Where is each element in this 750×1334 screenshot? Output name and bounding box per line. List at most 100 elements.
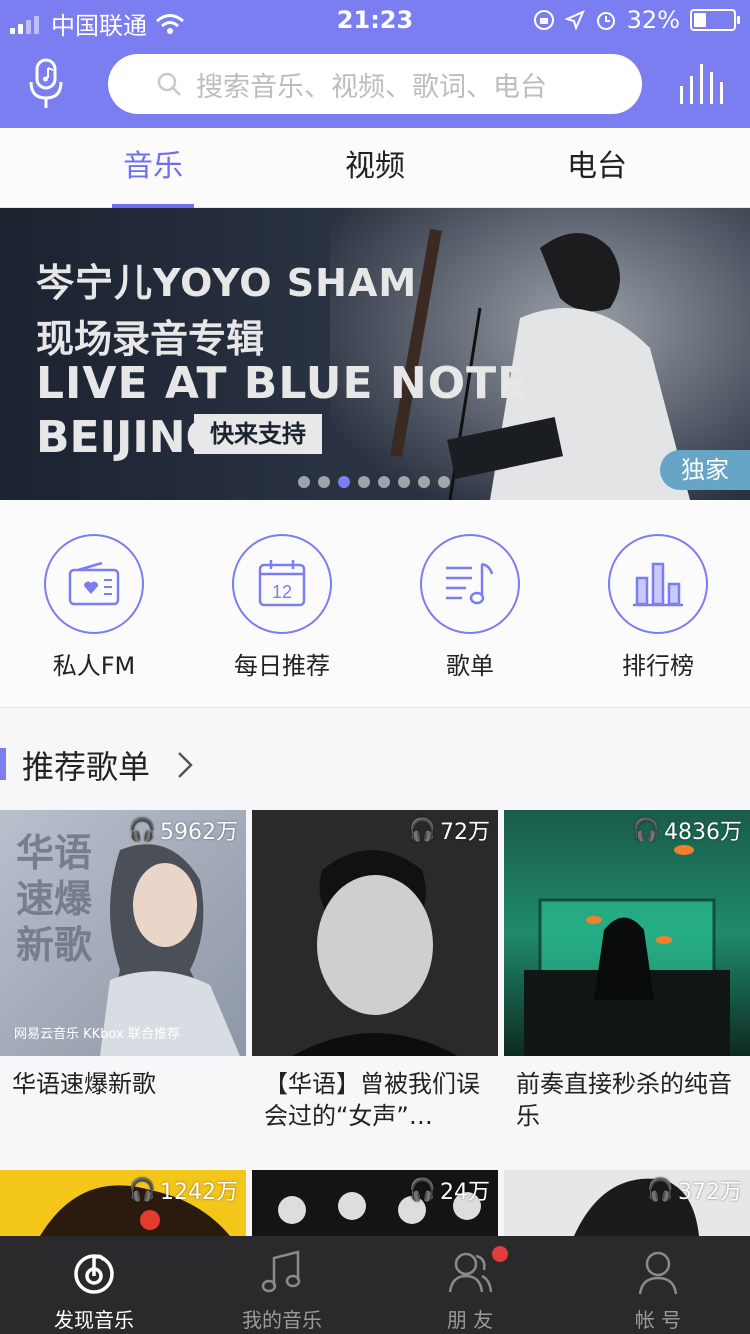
playlist-cover: 🎧 72万 <box>252 810 498 1056</box>
recommended-playlists-header[interactable]: 推荐歌单 <box>0 736 750 792</box>
nav-label: 我的音乐 <box>242 1308 322 1332</box>
headphone-icon: 🎧 <box>408 817 436 843</box>
carousel-dot[interactable] <box>318 476 330 488</box>
banner-line-2: 现场录音专辑 <box>36 317 265 361</box>
headphone-icon: 🎧 <box>408 1177 436 1203</box>
entry-charts[interactable]: 排行榜 <box>578 534 738 681</box>
play-count: 🎧 372万 <box>647 1174 742 1206</box>
playlist-cover: 🎧 24万 <box>252 1170 498 1236</box>
play-count-value: 4836万 <box>664 820 742 845</box>
playlist-icon <box>446 562 494 605</box>
mic-icon[interactable] <box>28 58 68 110</box>
playlist-cover: 华语 速爆 新歌 网易云音乐 KKbox 联合推荐 🎧 5962万 <box>0 810 246 1056</box>
play-count: 🎧 1242万 <box>129 1174 238 1206</box>
exclusive-badge: 独家 <box>660 450 750 490</box>
calendar-icon: 12 <box>258 560 306 607</box>
play-count-value: 72万 <box>440 820 490 845</box>
section-title: 推荐歌单 <box>22 748 151 786</box>
section-accent-bar <box>0 748 6 780</box>
nav-label: 帐 号 <box>634 1308 682 1332</box>
playlist-card[interactable]: 🎧 24万 <box>252 1170 498 1236</box>
play-count: 🎧 24万 <box>409 1174 490 1206</box>
search-placeholder: 搜索音乐、视频、歌词、电台 <box>196 71 547 103</box>
play-count: 🎧 72万 <box>409 814 490 846</box>
location-icon <box>564 10 585 30</box>
alarm-icon <box>596 12 615 30</box>
chevron-right-icon <box>178 752 193 778</box>
carousel-dot[interactable] <box>438 476 450 488</box>
banner-support-button[interactable]: 快来支持 <box>194 414 322 454</box>
carousel-dots <box>298 476 450 488</box>
calendar-day: 12 <box>272 582 292 602</box>
top-tabs: 音乐 视频 电台 <box>0 128 750 208</box>
playlist-card[interactable]: 华语 速爆 新歌 网易云音乐 KKbox 联合推荐 🎧 5962万 华语速爆新歌 <box>0 810 246 1100</box>
cover-art <box>524 845 730 1056</box>
bottom-nav: 发现音乐 我的音乐 朋 友 帐 号 <box>0 1236 750 1334</box>
nav-account[interactable]: 帐 号 <box>564 1236 750 1334</box>
rotation-lock-icon <box>533 10 554 30</box>
play-count-value: 372万 <box>678 1180 742 1205</box>
playlist-card[interactable]: 🎧 372万 <box>504 1170 750 1236</box>
playlist-title: 前奏直接秒杀的纯音乐 <box>516 1070 732 1130</box>
banner-line-1: 岑宁儿YOYO SHAM <box>36 261 418 305</box>
entry-playlists[interactable]: 歌单 <box>390 534 550 681</box>
playlist-title: 华语速爆新歌 <box>12 1070 156 1098</box>
tab-video[interactable]: 视频 <box>334 128 416 208</box>
playlist-card[interactable]: 🎧 1242万 <box>0 1170 246 1236</box>
account-icon <box>638 1251 678 1295</box>
friends-icon <box>448 1252 493 1293</box>
play-count-value: 1242万 <box>160 1180 238 1205</box>
nav-label: 发现音乐 <box>54 1308 134 1332</box>
carousel-dot[interactable] <box>378 476 390 488</box>
music-note-icon <box>261 1250 301 1293</box>
quick-entries: 私人FM 12 每日推荐 歌单 排行榜 <box>0 500 750 708</box>
nav-discover[interactable]: 发现音乐 <box>0 1236 188 1334</box>
chart-icon <box>633 562 683 607</box>
promo-banner[interactable]: 岑宁儿YOYO SHAM 现场录音专辑 LIVE AT BLUE NOTE BE… <box>0 208 750 500</box>
entry-personal-fm[interactable]: 私人FM <box>14 534 174 681</box>
battery-label: 32% <box>626 6 680 34</box>
carousel-dot[interactable] <box>338 476 350 488</box>
nav-label: 朋 友 <box>446 1308 494 1332</box>
nav-friends[interactable]: 朋 友 <box>376 1236 564 1334</box>
now-playing-icon[interactable] <box>678 62 724 106</box>
entry-label: 私人FM <box>52 652 136 680</box>
play-count: 🎧 5962万 <box>129 814 238 846</box>
playlist-cover: 🎧 1242万 <box>0 1170 246 1236</box>
tab-music[interactable]: 音乐 <box>112 128 194 208</box>
playlist-cover: 🎧 372万 <box>504 1170 750 1236</box>
entry-label: 排行榜 <box>622 652 694 680</box>
play-count: 🎧 4836万 <box>633 814 742 846</box>
entry-label: 歌单 <box>446 652 494 680</box>
headphone-icon: 🎧 <box>128 817 156 843</box>
search-input[interactable]: 搜索音乐、视频、歌词、电台 <box>108 54 642 114</box>
playlist-card[interactable]: 🎧 72万 【华语】曾被我们误会过的“女声”… <box>252 810 498 1132</box>
headphone-icon: 🎧 <box>632 817 660 843</box>
radio-icon <box>68 562 120 606</box>
headphone-icon: 🎧 <box>128 1177 156 1203</box>
carousel-dot[interactable] <box>398 476 410 488</box>
playlist-cover: 🎧 4836万 <box>504 810 750 1056</box>
carousel-dot[interactable] <box>418 476 430 488</box>
headphone-icon: 🎧 <box>646 1177 674 1203</box>
notification-badge <box>490 1244 510 1264</box>
discover-music-icon <box>74 1254 114 1294</box>
carousel-dot[interactable] <box>358 476 370 488</box>
cover-footer: 网易云音乐 KKbox 联合推荐 <box>14 1027 180 1042</box>
app-header: 中国联通 21:23 32% 搜索音乐、视频、歌词、电台 <box>0 0 750 128</box>
carousel-dot[interactable] <box>298 476 310 488</box>
play-count-value: 5962万 <box>160 820 238 845</box>
entry-daily-recommend[interactable]: 12 每日推荐 <box>202 534 362 681</box>
tab-radio[interactable]: 电台 <box>556 128 638 208</box>
cover-art <box>252 810 498 1056</box>
battery-icon <box>690 9 740 31</box>
search-icon <box>157 72 181 96</box>
playlist-card[interactable]: 🎧 4836万 前奏直接秒杀的纯音乐 <box>504 810 750 1132</box>
banner-line-3: LIVE AT BLUE NOTE <box>36 358 529 409</box>
status-bar: 中国联通 21:23 32% <box>0 0 750 42</box>
play-count-value: 24万 <box>440 1180 490 1205</box>
playlist-title: 【华语】曾被我们误会过的“女声”… <box>264 1070 480 1130</box>
cover-title: 华语 速爆 新歌 <box>16 831 93 967</box>
nav-my-music[interactable]: 我的音乐 <box>188 1236 376 1334</box>
entry-label: 每日推荐 <box>234 652 330 680</box>
